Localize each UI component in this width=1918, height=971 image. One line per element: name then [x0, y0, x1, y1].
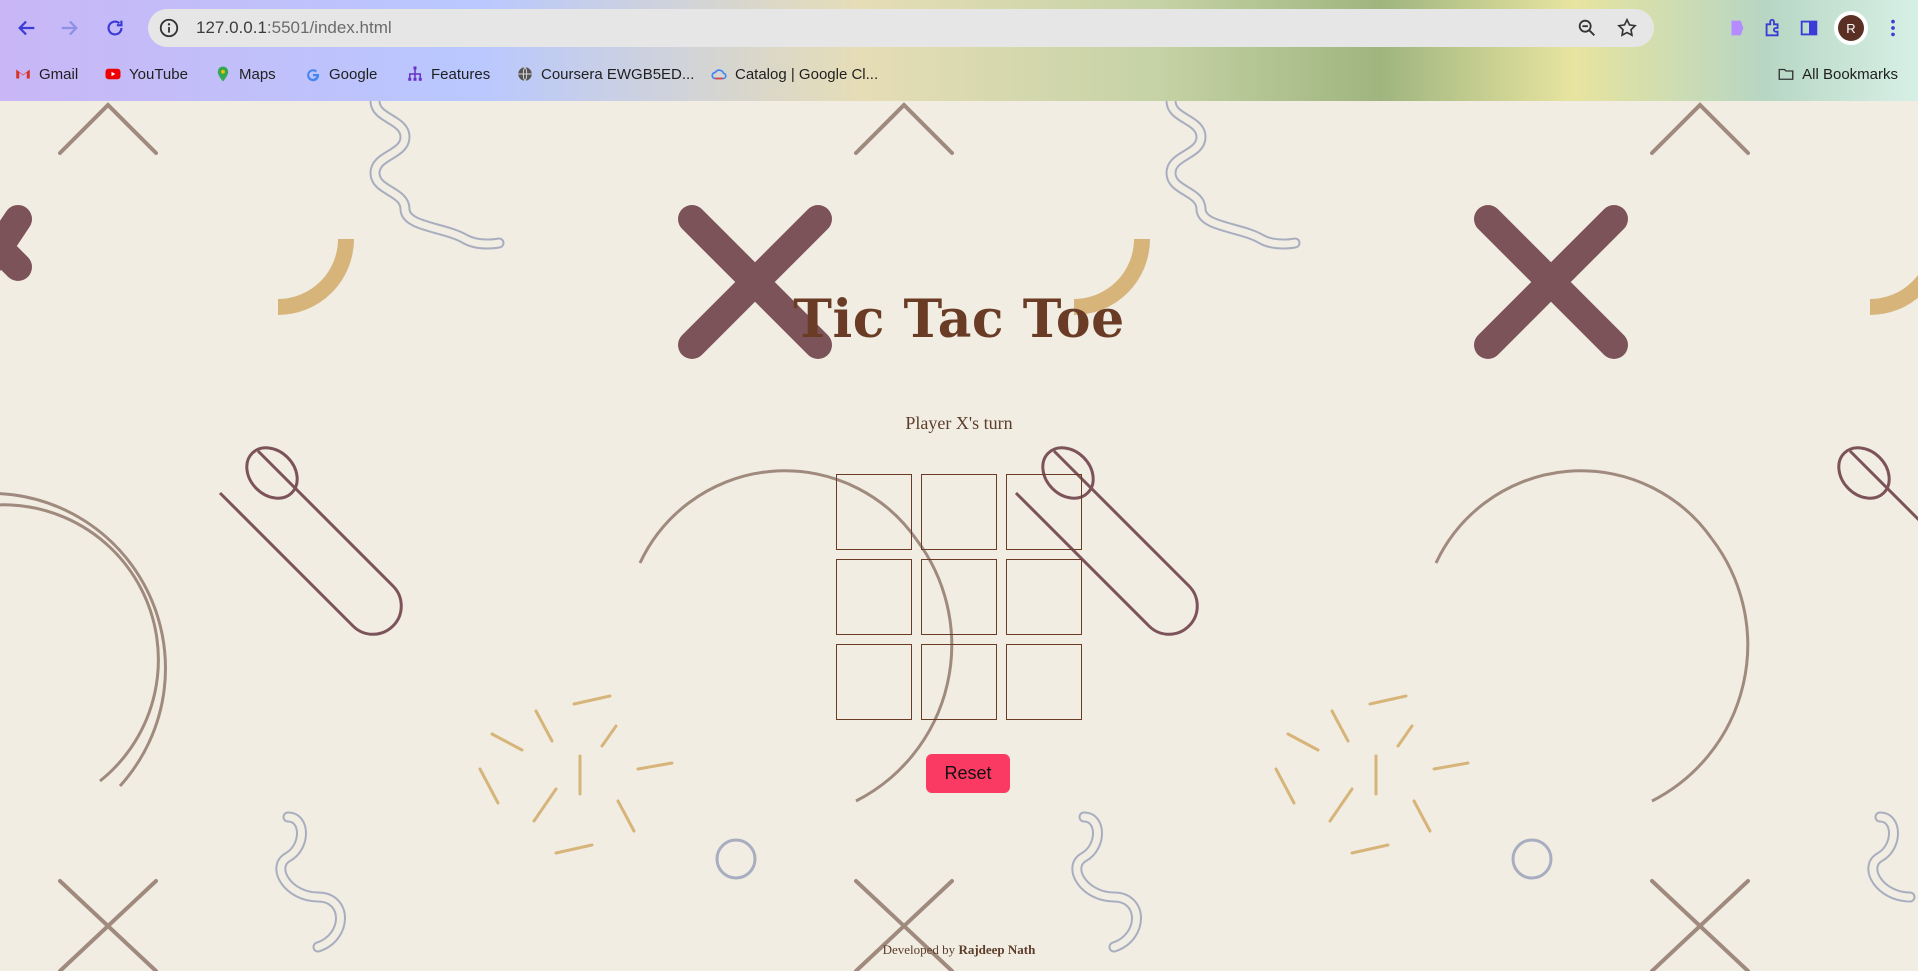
browser-right-tools: R [1726, 11, 1904, 45]
all-bookmarks[interactable]: All Bookmarks [1777, 65, 1898, 83]
all-bookmarks-label: All Bookmarks [1802, 65, 1898, 83]
menu-kebab-icon[interactable] [1882, 17, 1904, 39]
back-button[interactable] [10, 11, 44, 45]
board-cell-4[interactable] [836, 559, 912, 635]
youtube-icon [105, 68, 121, 80]
zoom-icon[interactable] [1576, 17, 1598, 39]
footer-prefix: Developed by [882, 942, 956, 957]
url-host: 127.0.0.1 [196, 18, 267, 37]
game-board [836, 474, 1084, 722]
bookmark-gmail[interactable]: Gmail [14, 65, 78, 83]
footer-credit: Developed by Rajdeep Nath [0, 942, 1918, 958]
reset-button[interactable]: Reset [926, 754, 1010, 793]
board-cell-1[interactable] [836, 474, 912, 550]
board-cell-5[interactable] [921, 559, 997, 635]
bookmarks-bar: Gmail YouTube Maps Google Features Cours… [0, 60, 1918, 94]
folder-icon [1778, 68, 1794, 80]
google-cloud-icon [711, 69, 727, 80]
bookmark-catalog[interactable]: Catalog | Google Cl... [710, 65, 878, 83]
gmail-icon [16, 69, 30, 79]
bookmark-label: Maps [239, 65, 276, 83]
side-panel-icon[interactable] [1798, 17, 1820, 39]
bookmark-coursera[interactable]: Coursera EWGB5ED... [516, 65, 694, 83]
bookmark-maps[interactable]: Maps [214, 65, 276, 83]
url-path: :5501/index.html [266, 18, 392, 37]
browser-toolbar: 127.0.0.1:5501/index.html R [0, 0, 1918, 56]
extensions-puzzle-icon[interactable] [1762, 17, 1784, 39]
bookmark-google[interactable]: Google [304, 65, 377, 83]
footer-author: Rajdeep Nath [958, 942, 1036, 957]
avatar-letter: R [1838, 15, 1864, 41]
back-arrow-icon [18, 20, 35, 36]
globe-icon [518, 66, 532, 82]
reload-icon [107, 20, 123, 36]
forward-arrow-icon [61, 20, 78, 36]
board-cell-2[interactable] [921, 474, 997, 550]
maps-icon [217, 66, 229, 82]
game-title: Tic Tac Toe [793, 289, 1125, 350]
bookmark-features[interactable]: Features [406, 65, 490, 83]
forward-button[interactable] [52, 11, 86, 45]
bookmark-label: Gmail [39, 65, 79, 83]
sitemap-icon [408, 66, 422, 81]
google-icon [307, 69, 320, 82]
board-cell-7[interactable] [836, 644, 912, 720]
extension-colorful-icon[interactable] [1726, 17, 1748, 39]
bookmark-youtube[interactable]: YouTube [104, 65, 188, 83]
address-bar[interactable]: 127.0.0.1:5501/index.html [148, 9, 1654, 47]
turn-status: Player X's turn [905, 413, 1013, 433]
bookmark-label: YouTube [129, 65, 188, 83]
site-info-icon[interactable] [158, 17, 180, 39]
bookmark-label: Coursera EWGB5ED... [541, 65, 695, 83]
bookmark-label: Features [431, 65, 491, 83]
reload-button[interactable] [98, 11, 132, 45]
omnibox-actions [1576, 17, 1638, 39]
board-cell-9[interactable] [1006, 644, 1082, 720]
page-content: Tic Tac Toe Player X's turn Reset Develo… [0, 101, 1918, 971]
board-cell-3[interactable] [1006, 474, 1082, 550]
bookmark-label: Catalog | Google Cl... [735, 65, 879, 83]
url-text[interactable]: 127.0.0.1:5501/index.html [196, 18, 392, 38]
board-cell-6[interactable] [1006, 559, 1082, 635]
profile-avatar[interactable]: R [1834, 11, 1868, 45]
browser-chrome: 127.0.0.1:5501/index.html R Gmail YouTub… [0, 0, 1918, 101]
board-cell-8[interactable] [921, 644, 997, 720]
bookmark-star-icon[interactable] [1616, 17, 1638, 39]
bookmark-label: Google [329, 65, 378, 83]
